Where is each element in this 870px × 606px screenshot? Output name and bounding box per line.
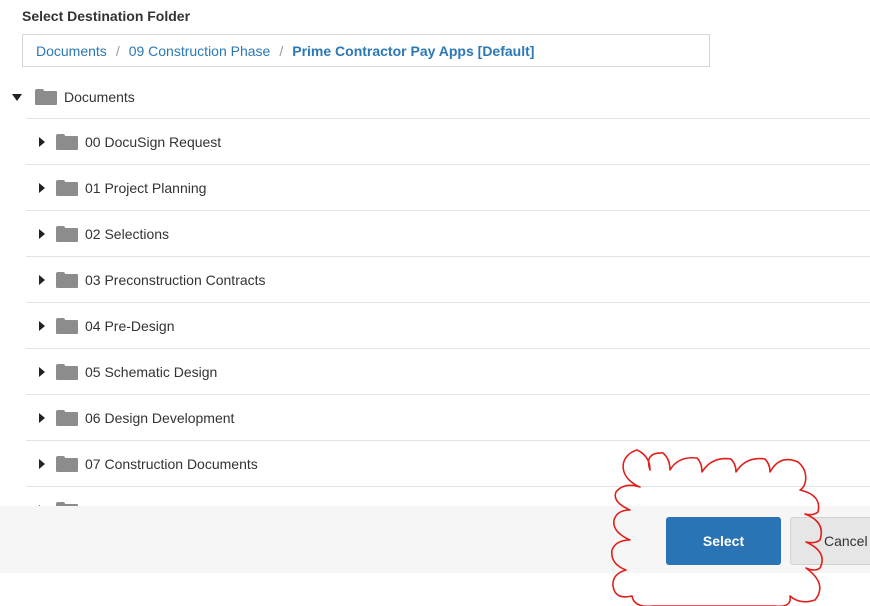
caret-right-icon[interactable] <box>39 274 45 285</box>
tree-node-label: 05 Schematic Design <box>85 363 218 380</box>
tree-node-label: 01 Project Planning <box>85 179 207 196</box>
folder-icon <box>56 271 78 288</box>
breadcrumb-separator: / <box>279 42 284 59</box>
folder-icon <box>56 409 78 426</box>
tree-node-04[interactable]: 04 Pre-Design <box>26 302 870 348</box>
cancel-button[interactable]: Cancel <box>790 517 870 565</box>
caret-right-icon[interactable] <box>39 320 45 331</box>
breadcrumb-item-construction-phase[interactable]: 09 Construction Phase <box>129 43 271 59</box>
tree-node-label: 03 Preconstruction Contracts <box>85 271 266 288</box>
tree-node-03[interactable]: 03 Preconstruction Contracts <box>26 256 870 302</box>
folder-tree: Documents 00 DocuSign Request 01 Project… <box>0 74 870 506</box>
folder-icon <box>35 89 57 105</box>
caret-right-icon[interactable] <box>39 412 45 423</box>
breadcrumb-item-documents[interactable]: Documents <box>36 43 107 59</box>
dialog-title: Select Destination Folder <box>22 8 191 24</box>
caret-right-icon[interactable] <box>39 136 45 147</box>
breadcrumb: Documents / 09 Construction Phase / Prim… <box>22 34 710 67</box>
caret-right-icon[interactable] <box>39 458 45 469</box>
tree-node-02[interactable]: 02 Selections <box>26 210 870 256</box>
caret-right-icon[interactable] <box>39 182 45 193</box>
breadcrumb-separator: / <box>115 42 120 59</box>
caret-right-icon[interactable] <box>39 228 45 239</box>
tree-node-label: 06 Design Development <box>85 409 235 426</box>
tree-node-08-partial[interactable] <box>26 486 870 506</box>
tree-node-documents[interactable]: Documents <box>0 74 870 120</box>
tree-node-01[interactable]: 01 Project Planning <box>26 164 870 210</box>
tree-node-07[interactable]: 07 Construction Documents <box>26 440 870 486</box>
tree-node-label: 02 Selections <box>85 225 170 242</box>
tree-node-05[interactable]: 05 Schematic Design <box>26 348 870 394</box>
tree-node-label: 07 Construction Documents <box>85 455 258 472</box>
folder-icon <box>56 455 78 472</box>
tree-node-label: Documents <box>64 89 135 105</box>
breadcrumb-current: Prime Contractor Pay Apps [Default] <box>292 42 535 59</box>
folder-icon <box>56 363 78 380</box>
folder-icon <box>56 225 78 242</box>
tree-node-00[interactable]: 00 DocuSign Request <box>26 118 870 164</box>
folder-icon <box>56 179 78 196</box>
caret-right-icon[interactable] <box>39 366 45 377</box>
tree-node-label: 04 Pre-Design <box>85 317 175 334</box>
caret-down-icon[interactable] <box>12 93 22 101</box>
folder-icon <box>56 317 78 334</box>
select-button[interactable]: Select <box>666 517 781 565</box>
tree-node-06[interactable]: 06 Design Development <box>26 394 870 440</box>
folder-icon <box>56 133 78 150</box>
tree-node-label: 00 DocuSign Request <box>85 133 222 150</box>
